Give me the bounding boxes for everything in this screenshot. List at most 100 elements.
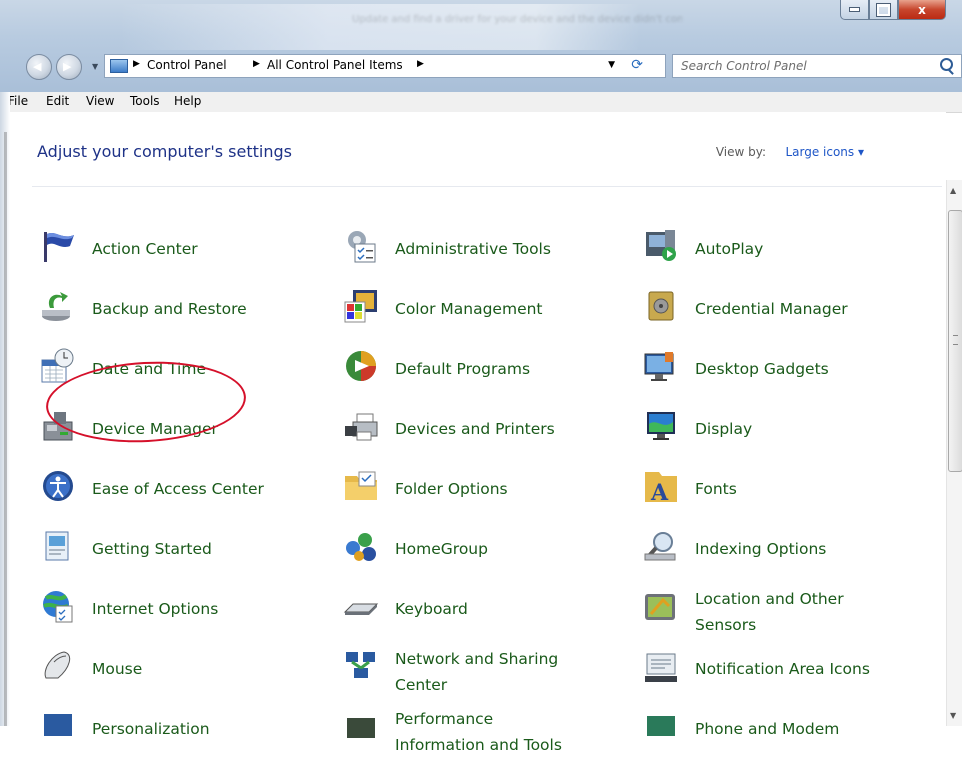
breadcrumb-separator-icon[interactable]: ▶ xyxy=(133,59,140,69)
folder-icon xyxy=(345,471,377,500)
flag-icon xyxy=(44,232,74,262)
gadgets-icon xyxy=(644,352,674,381)
item-indexing-options[interactable]: Indexing Options xyxy=(643,528,923,576)
item-desktop-gadgets[interactable]: Desktop Gadgets xyxy=(643,348,923,396)
indexing-icon xyxy=(644,532,676,561)
item-label: Indexing Options xyxy=(695,540,827,558)
mouse-icon xyxy=(44,651,71,679)
menu-help[interactable]: Help xyxy=(174,94,201,108)
item-ease-of-access-center[interactable]: Ease of Access Center xyxy=(40,468,300,516)
breadcrumb-control-panel[interactable]: Control Panel xyxy=(147,58,227,72)
item-label: HomeGroup xyxy=(395,540,488,558)
svg-text:A: A xyxy=(650,480,669,504)
back-button[interactable]: ◀ xyxy=(26,54,52,80)
default-programs-icon xyxy=(346,351,376,381)
window-title-blurred: Update and find a driver for your device… xyxy=(120,4,682,50)
item-performance-information-and-tools[interactable]: Performance Information and Tools xyxy=(343,708,603,756)
item-homegroup[interactable]: HomeGroup xyxy=(343,528,603,576)
close-button[interactable]: x xyxy=(898,0,946,20)
close-icon: x xyxy=(918,2,926,17)
item-credential-manager[interactable]: Credential Manager xyxy=(643,288,923,336)
item-personalization[interactable]: Personalization xyxy=(40,708,300,756)
vertical-scrollbar[interactable]: ▲ ▼ xyxy=(946,180,962,726)
item-label: Folder Options xyxy=(395,480,508,498)
item-folder-options[interactable]: Folder Options xyxy=(343,468,603,516)
control-panel-icon xyxy=(110,59,128,73)
view-by-label: View by: xyxy=(715,145,766,159)
item-label: Credential Manager xyxy=(695,300,848,318)
navigation-bar: ◀ ▶ ▼ ▶ Control Panel ▶ All Control Pane… xyxy=(0,50,962,80)
forward-arrow-icon: ▶ xyxy=(63,60,72,73)
search-box[interactable] xyxy=(672,54,962,78)
menu-file[interactable]: File xyxy=(8,94,28,108)
grip-icon xyxy=(953,335,958,345)
breadcrumb-separator-icon[interactable]: ▶ xyxy=(253,59,260,69)
performance-icon xyxy=(347,718,375,738)
item-label: Backup and Restore xyxy=(92,300,247,318)
item-label: Display xyxy=(695,420,753,438)
item-location-and-other-sensors[interactable]: Location and Other Sensors xyxy=(643,588,923,636)
item-devices-and-printers[interactable]: Devices and Printers xyxy=(343,408,603,456)
address-history-dropdown[interactable]: ▼ xyxy=(608,60,615,70)
ease-of-access-icon xyxy=(43,471,73,501)
recent-pages-dropdown[interactable]: ▼ xyxy=(92,62,98,71)
minimize-button[interactable] xyxy=(840,0,869,20)
item-administrative-tools[interactable]: Administrative Tools xyxy=(343,228,603,276)
menu-edit[interactable]: Edit xyxy=(46,94,69,108)
page-title: Adjust your computer's settings xyxy=(37,142,292,161)
scroll-down-icon[interactable]: ▼ xyxy=(950,711,956,720)
window-title-text: Update and find a driver for your device… xyxy=(352,14,682,25)
item-label: Desktop Gadgets xyxy=(695,360,829,378)
backup-icon xyxy=(42,292,70,321)
internet-options-icon xyxy=(43,591,73,623)
personalization-icon xyxy=(44,714,72,736)
item-label: Ease of Access Center xyxy=(92,480,264,498)
menu-tools[interactable]: Tools xyxy=(130,94,160,108)
phone-modem-icon xyxy=(647,716,675,736)
item-backup-and-restore[interactable]: Backup and Restore xyxy=(40,288,300,336)
item-label: Performance Information and Tools xyxy=(395,710,562,754)
window-controls: x xyxy=(840,0,946,20)
item-label: Network and Sharing Center xyxy=(395,650,559,694)
forward-button[interactable]: ▶ xyxy=(56,54,82,80)
item-label: Location and Other Sensors xyxy=(695,590,844,634)
item-notification-area-icons[interactable]: Notification Area Icons xyxy=(643,648,923,696)
item-display[interactable]: Display xyxy=(643,408,923,456)
item-label: Internet Options xyxy=(92,600,219,618)
back-arrow-icon: ◀ xyxy=(33,60,42,73)
getting-started-icon xyxy=(45,531,69,561)
homegroup-icon xyxy=(346,533,376,561)
admin-tools-icon xyxy=(348,231,376,263)
breadcrumb-separator-icon[interactable]: ▶ xyxy=(417,59,424,69)
autoplay-icon xyxy=(646,230,676,261)
scroll-up-icon[interactable]: ▲ xyxy=(950,186,956,195)
item-internet-options[interactable]: Internet Options xyxy=(40,588,300,636)
maximize-button[interactable] xyxy=(869,0,898,20)
refresh-icon[interactable]: ⟳ xyxy=(631,57,643,73)
item-mouse[interactable]: Mouse xyxy=(40,648,300,696)
item-getting-started[interactable]: Getting Started xyxy=(40,528,300,576)
item-action-center[interactable]: Action Center xyxy=(40,228,300,276)
address-bar[interactable]: ▶ Control Panel ▶ All Control Panel Item… xyxy=(104,54,666,78)
item-label: Devices and Printers xyxy=(395,420,555,438)
item-label: Default Programs xyxy=(395,360,531,378)
item-autoplay[interactable]: AutoPlay xyxy=(643,228,923,276)
menu-view[interactable]: View xyxy=(86,94,114,108)
item-label: Mouse xyxy=(92,660,143,678)
item-keyboard[interactable]: Keyboard xyxy=(343,588,603,636)
item-color-management[interactable]: Color Management xyxy=(343,288,603,336)
search-input[interactable] xyxy=(679,57,933,75)
item-network-and-sharing-center[interactable]: Network and Sharing Center xyxy=(343,648,603,696)
view-by-dropdown[interactable]: Large icons ▾ xyxy=(785,145,864,159)
search-icon[interactable] xyxy=(940,58,953,71)
item-fonts[interactable]: A Fonts xyxy=(643,468,923,516)
breadcrumb-all-items[interactable]: All Control Panel Items xyxy=(267,58,403,72)
maximize-icon xyxy=(876,2,891,17)
item-phone-and-modem[interactable]: Phone and Modem xyxy=(643,708,923,756)
item-label: Fonts xyxy=(695,480,737,498)
sensors-icon xyxy=(645,594,675,620)
scrollbar-thumb[interactable] xyxy=(948,210,962,472)
item-label: Color Management xyxy=(395,300,543,318)
display-icon xyxy=(647,412,675,440)
item-default-programs[interactable]: Default Programs xyxy=(343,348,603,396)
